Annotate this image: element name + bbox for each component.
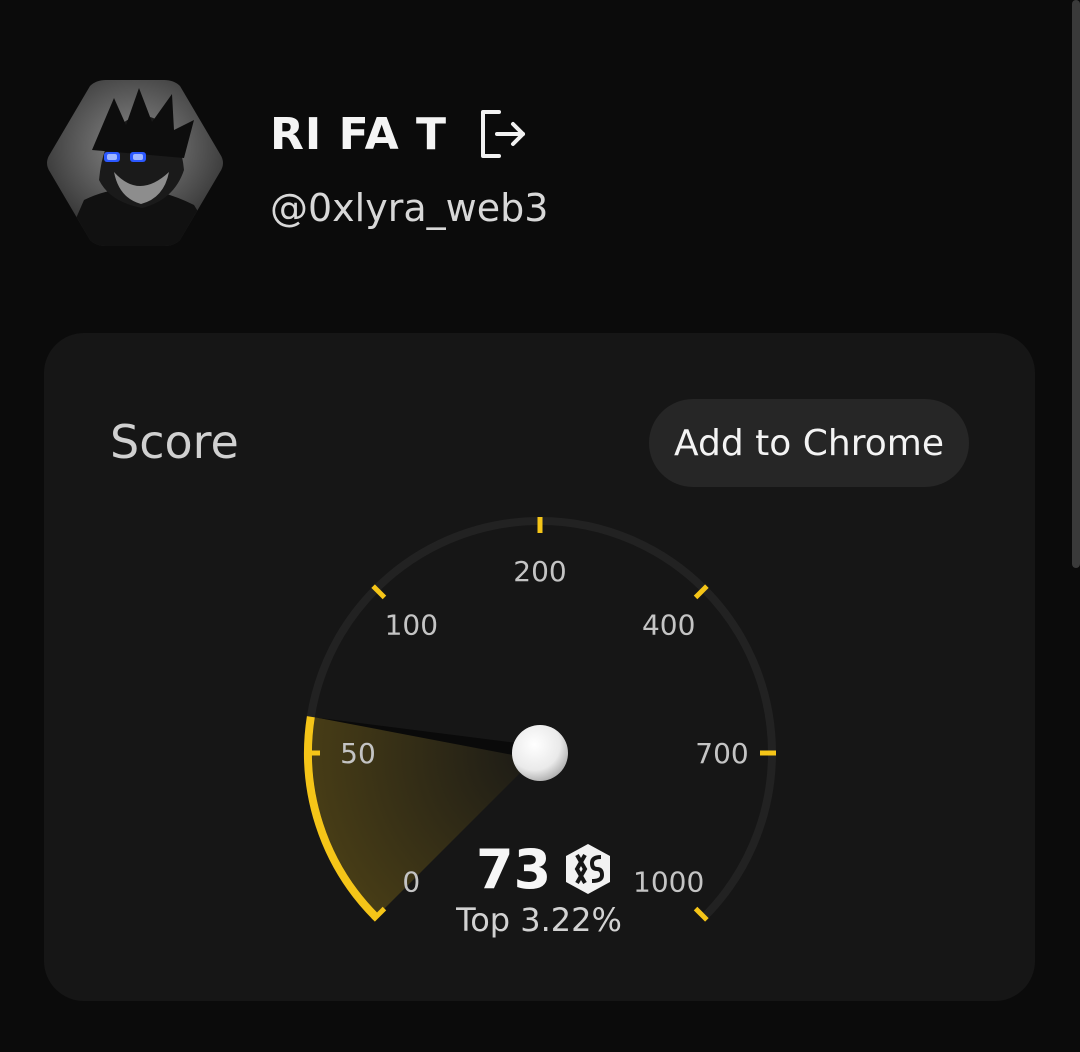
gauge-knob bbox=[512, 725, 568, 781]
user-handle: @0xlyra_web3 bbox=[270, 186, 549, 230]
gauge-tick-label: 50 bbox=[340, 737, 376, 770]
gauge-tick-label: 700 bbox=[695, 737, 748, 770]
rank-text: Top 3.22% bbox=[456, 901, 622, 939]
score-card: Score Add to Chrome 0 50 100 200 400 700 1000 … bbox=[44, 333, 1035, 1001]
gauge-tick-label: 1000 bbox=[633, 866, 704, 899]
scrollbar[interactable] bbox=[1072, 0, 1080, 568]
profile-header: RI FA T @0xlyra_web3 bbox=[44, 80, 1004, 250]
gauge-tick-label: 0 bbox=[402, 866, 420, 899]
logout-icon[interactable] bbox=[475, 106, 531, 162]
gauge-tick-label: 100 bbox=[385, 608, 438, 641]
score-value: 73 bbox=[476, 837, 552, 901]
gauge-tick-label: 400 bbox=[642, 608, 695, 641]
gauge-tick-label: 200 bbox=[513, 555, 566, 588]
display-name: RI FA T bbox=[270, 108, 447, 160]
avatar[interactable] bbox=[44, 80, 226, 246]
xs-logo-icon bbox=[561, 842, 615, 896]
